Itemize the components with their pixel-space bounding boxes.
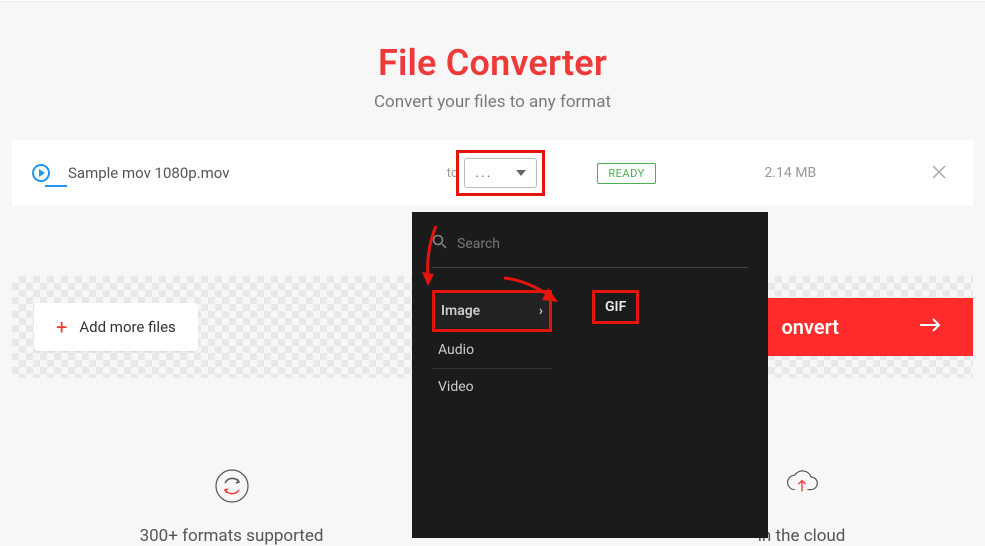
- feature-formats: 300+ formats supported: [140, 468, 324, 546]
- category-image[interactable]: Image ›: [432, 290, 552, 332]
- plus-icon: +: [56, 315, 67, 339]
- remove-file-button[interactable]: [925, 161, 953, 185]
- search-row: [432, 230, 748, 268]
- to-label: to: [447, 166, 459, 181]
- page-title: File Converter: [0, 42, 985, 84]
- category-video[interactable]: Video: [432, 369, 552, 405]
- feature-cloud: in the cloud: [758, 468, 846, 546]
- format-dropdown[interactable]: ...: [464, 158, 537, 188]
- search-icon: [432, 234, 447, 253]
- format-search-input[interactable]: [457, 236, 748, 252]
- categories: Image › Audio Video GIF: [432, 290, 748, 405]
- page-subtitle: Convert your files to any format: [0, 92, 985, 112]
- play-icon[interactable]: [32, 164, 50, 182]
- add-more-button[interactable]: + Add more files: [34, 303, 198, 351]
- format-gif-label: GIF: [605, 299, 626, 315]
- file-row: Sample mov 1080p.mov to ... READY 2.14 M…: [12, 140, 973, 206]
- arrow-right-icon: [919, 317, 943, 337]
- format-gif[interactable]: GIF: [592, 290, 639, 324]
- status-badge: READY: [597, 163, 655, 184]
- category-video-label: Video: [438, 379, 474, 395]
- category-image-label: Image: [441, 303, 480, 319]
- chevron-down-icon: [516, 170, 526, 176]
- refresh-arrows-icon: [214, 468, 250, 504]
- dropdown-current: ...: [475, 165, 492, 181]
- file-name-label: Sample mov 1080p.mov: [68, 164, 338, 182]
- cloud-upload-icon: [784, 468, 820, 504]
- page-header: File Converter Convert your files to any…: [0, 2, 985, 132]
- feature-cloud-label: in the cloud: [758, 526, 846, 546]
- file-size-label: 2.14 MB: [765, 165, 817, 181]
- add-more-label: Add more files: [79, 318, 175, 336]
- category-audio-label: Audio: [438, 342, 474, 358]
- format-picker-panel: Image › Audio Video GIF: [412, 212, 768, 538]
- chevron-right-icon: ›: [539, 303, 543, 319]
- format-dropdown-wrap: ...: [464, 158, 537, 188]
- category-audio[interactable]: Audio: [432, 332, 552, 369]
- feature-formats-label: 300+ formats supported: [140, 526, 324, 546]
- convert-label: onvert: [781, 315, 839, 339]
